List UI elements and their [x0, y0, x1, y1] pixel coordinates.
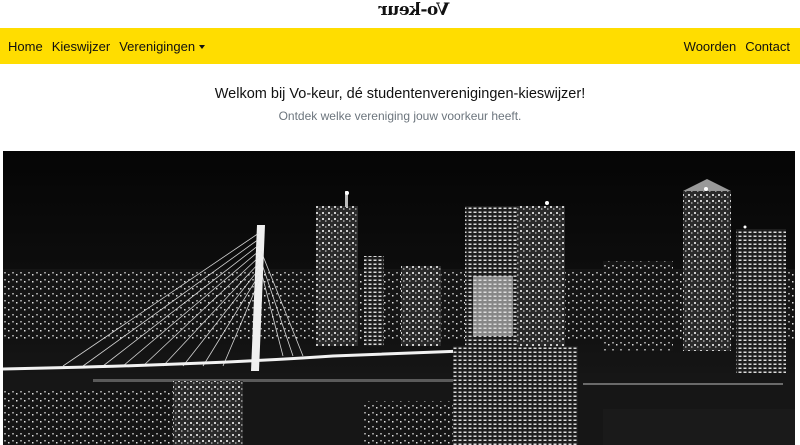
nav-left-group: Home Kieswijzer Verenigingen: [8, 39, 214, 54]
brand-bar: Vo-keur: [0, 0, 800, 28]
nav-verenigingen-dropdown[interactable]: Verenigingen: [119, 38, 206, 54]
caret-down-icon: [199, 44, 206, 49]
site-logo[interactable]: Vo-keur: [379, 0, 449, 22]
page-title: Welkom bij Vo-keur, dé studentenverenigi…: [214, 86, 586, 102]
nav-woorden-link[interactable]: Woorden: [684, 39, 737, 54]
nav-contact-link[interactable]: Contact: [745, 39, 790, 54]
page-subtitle: Ontdek welke vereniging jouw voorkeur he…: [278, 109, 522, 123]
nav-kieswijzer-link[interactable]: Kieswijzer: [52, 39, 111, 54]
nav-home-link[interactable]: Home: [8, 39, 43, 54]
skyline-image: [3, 151, 795, 445]
nav-verenigingen-label: Verenigingen: [119, 38, 196, 54]
hero-text: Welkom bij Vo-keur, dé studentenverenigi…: [0, 86, 800, 123]
nav-right-group: Woorden Contact: [675, 39, 790, 54]
main-navbar: Home Kieswijzer Verenigingen Woorden Con…: [0, 28, 800, 64]
skyline-photo: [3, 151, 795, 445]
